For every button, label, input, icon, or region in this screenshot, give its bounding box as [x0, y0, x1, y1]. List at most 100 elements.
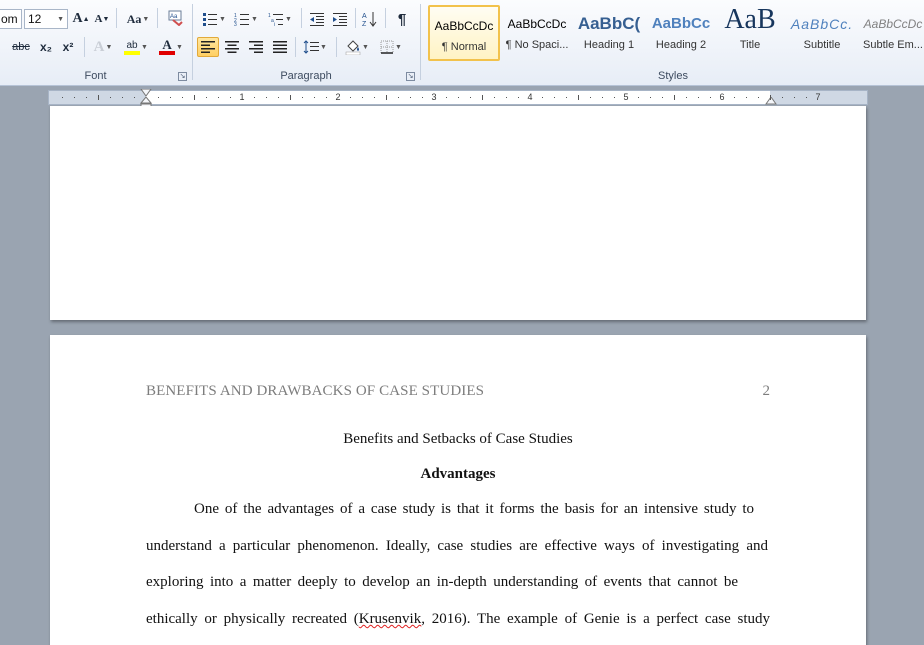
style-normal[interactable]: AaBbCcDc ¶ Normal [428, 5, 500, 61]
style-name: Subtitle [803, 39, 841, 51]
line-spacing-button[interactable]: ▼ [300, 37, 330, 57]
page-2[interactable]: BENEFITS AND DRAWBACKS OF CASE STUDIES 2… [50, 335, 866, 645]
strikethrough-button[interactable]: abc [8, 37, 34, 57]
misspelled-word[interactable]: Krusenvik [359, 611, 422, 627]
numbering-button[interactable]: 1 2 3 ▼ [231, 9, 261, 29]
ruler-tick [662, 97, 663, 98]
justify-button[interactable] [269, 37, 291, 57]
highlight-button[interactable]: ab ▼ [120, 37, 152, 57]
increase-indent-button[interactable] [329, 9, 351, 29]
font-size-combo[interactable]: 12 ▼ [24, 9, 68, 29]
ruler-tick [398, 97, 399, 98]
grow-font-button[interactable]: A ▲ [71, 9, 91, 29]
page-1[interactable] [50, 106, 866, 320]
divider [355, 8, 356, 28]
divider [84, 37, 85, 57]
font-name-combo[interactable]: om [0, 9, 22, 29]
ruler-tick [806, 97, 807, 98]
ruler-tick [302, 97, 303, 98]
ruler-tick [134, 97, 135, 98]
style-title[interactable]: AaB Title [714, 5, 786, 61]
group-divider [420, 4, 421, 80]
style-heading-1[interactable]: AaBbC( Heading 1 [573, 5, 645, 61]
ruler-tick [590, 97, 591, 98]
style-no-spacing[interactable]: AaBbCcDc ¶ No Spaci... [501, 5, 573, 61]
shading-button[interactable]: ▼ [342, 37, 372, 57]
ruler-tick [566, 97, 567, 98]
style-subtle-emphasis[interactable]: AaBbCcDc Subtle Em... [860, 5, 924, 61]
chevron-down-icon: ▼ [105, 43, 113, 51]
ruler-tick [674, 95, 675, 100]
style-sample: AaBbCc. [790, 16, 854, 32]
font-group: om 12 ▼ A ▲ A ▼ Aa ▼ Aa abc x₂ x² A ▼ ab… [0, 0, 191, 86]
font-group-label: Font [84, 70, 107, 82]
ruler-tick [230, 97, 231, 98]
style-sample: AaBbCcDc [863, 17, 923, 31]
ruler-tick [518, 97, 519, 98]
align-left-button[interactable] [197, 37, 219, 57]
multilevel-list-icon: 1ai [268, 13, 284, 26]
center-button[interactable] [221, 37, 243, 57]
ruler-tick [410, 97, 411, 98]
multilevel-list-button[interactable]: 1 a i ▼ [265, 9, 295, 29]
borders-button[interactable]: ▼ [376, 37, 406, 57]
show-formatting-marks-button[interactable]: ¶ [391, 9, 413, 29]
style-sample: AaBbC( [577, 14, 641, 33]
ruler-tick [602, 97, 603, 98]
ruler-tick [554, 97, 555, 98]
ruler-tick [122, 97, 123, 98]
ribbon: om 12 ▼ A ▲ A ▼ Aa ▼ Aa abc x₂ x² A ▼ ab… [0, 0, 924, 86]
ruler-tick [686, 97, 687, 98]
svg-text:A: A [362, 13, 367, 20]
font-name-value: om [1, 12, 18, 26]
subscript-button[interactable]: x₂ [36, 37, 56, 57]
document-area[interactable]: BENEFITS AND DRAWBACKS OF CASE STUDIES 2… [0, 106, 924, 645]
line-spacing-icon [303, 40, 320, 54]
ruler-number: 2 [335, 92, 341, 102]
chevron-down-icon: ▼ [142, 15, 150, 23]
horizontal-ruler[interactable]: 1 2 3 4 5 6 7 [48, 89, 868, 110]
ruler-tick [710, 97, 711, 98]
divider [295, 37, 296, 57]
highlight-color-bar [124, 50, 141, 55]
ruler-tick [506, 97, 507, 98]
ruler-tick [206, 97, 207, 98]
font-dialog-launcher-icon[interactable]: ↘ [178, 72, 187, 81]
ruler-tick [158, 97, 159, 98]
style-sample: AaB [724, 5, 776, 35]
style-subtitle[interactable]: AaBbCc. Subtitle [786, 5, 858, 61]
sort-button[interactable]: AZ [359, 9, 381, 29]
page-number: 2 [762, 383, 771, 399]
text-effects-button[interactable]: A ▼ [90, 37, 116, 57]
ruler-tick [350, 97, 351, 98]
section-heading: Advantages [420, 466, 496, 482]
change-case-button[interactable]: Aa ▼ [123, 9, 153, 29]
paragraph-group-label: Paragraph [280, 70, 332, 82]
font-color-button[interactable]: A ▼ [155, 37, 187, 57]
style-name: Heading 1 [583, 39, 635, 51]
body-line-with-citation: ethically or physically recreated (Kruse… [146, 611, 770, 628]
decrease-indent-button[interactable] [306, 9, 328, 29]
font-size-value: 12 [28, 12, 42, 26]
chevron-down-icon: ▼ [57, 15, 64, 23]
body-text: ethically or physically recreated ( [146, 611, 359, 627]
svg-text:3: 3 [234, 22, 237, 26]
justify-icon [273, 41, 287, 53]
ruler-tick [314, 97, 315, 98]
right-indent-marker-icon[interactable] [765, 97, 777, 105]
shrink-font-button[interactable]: A ▼ [93, 9, 111, 29]
ruler-tick [446, 97, 447, 98]
divider [385, 8, 386, 28]
ruler-tick [62, 97, 63, 98]
first-line-indent-marker-icon[interactable] [140, 89, 152, 97]
ruler-tick [170, 97, 171, 98]
align-right-button[interactable] [245, 37, 267, 57]
superscript-button[interactable]: x² [58, 37, 78, 57]
paragraph-dialog-launcher-icon[interactable]: ↘ [406, 72, 415, 81]
chevron-down-icon: ▼ [141, 43, 148, 51]
ruler-tick [254, 97, 255, 98]
bullets-button[interactable]: ▼ [199, 9, 229, 29]
highlight-icon: ab [124, 40, 141, 55]
clear-formatting-button[interactable]: Aa [164, 8, 186, 28]
style-heading-2[interactable]: AaBbCc Heading 2 [645, 5, 717, 61]
